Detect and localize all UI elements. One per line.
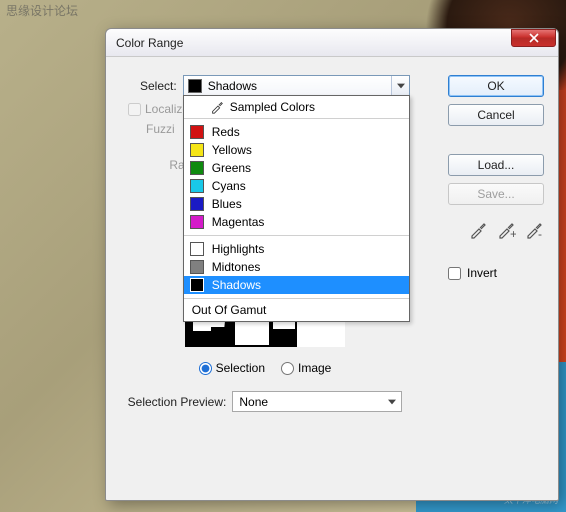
dropdown-item-highlights[interactable]: Highlights — [184, 240, 409, 258]
bg-watermark-left: 思缘设计论坛 — [6, 2, 78, 33]
eyedropper-subtract-button[interactable]: - — [524, 220, 544, 243]
dropdown-item-shadows[interactable]: Shadows — [184, 276, 409, 294]
dropdown-separator — [184, 235, 409, 236]
cancel-button[interactable]: Cancel — [448, 104, 544, 126]
selection-preview-label: Selection Preview: — [128, 395, 227, 409]
dropdown-separator — [184, 298, 409, 299]
dropdown-item-reds[interactable]: Reds — [184, 123, 409, 141]
color-range-dialog: Color Range Select: Shadows Sampl — [105, 28, 559, 501]
ok-button[interactable]: OK — [448, 75, 544, 97]
select-label: Select: — [140, 79, 177, 93]
dropdown-separator — [184, 118, 409, 119]
invert-label: Invert — [467, 266, 497, 280]
dropdown-item-out-of-gamut[interactable]: Out Of Gamut — [184, 301, 409, 319]
chevron-down-icon — [391, 76, 409, 95]
dropdown-item-midtones[interactable]: Midtones — [184, 258, 409, 276]
radio-selection-input[interactable] — [199, 362, 212, 375]
selected-value: Shadows — [208, 79, 257, 93]
svg-text:+: + — [510, 227, 516, 240]
radio-selection[interactable]: Selection — [199, 361, 265, 375]
radio-image-input[interactable] — [281, 362, 294, 375]
titlebar[interactable]: Color Range — [106, 29, 558, 57]
selected-swatch — [188, 79, 202, 93]
dropdown-item-cyans[interactable]: Cyans — [184, 177, 409, 195]
dropdown-item-greens[interactable]: Greens — [184, 159, 409, 177]
svg-text:-: - — [538, 227, 542, 240]
save-button: Save... — [448, 183, 544, 205]
color-swatch — [190, 125, 204, 139]
selection-preview-combobox[interactable]: None — [232, 391, 402, 412]
radio-image[interactable]: Image — [281, 361, 331, 375]
color-swatch — [190, 215, 204, 229]
select-dropdown: Sampled Colors RedsYellowsGreensCyansBlu… — [183, 95, 410, 322]
eyedropper-add-button[interactable]: + — [496, 220, 516, 243]
tone-swatch — [190, 242, 204, 256]
close-button[interactable] — [511, 29, 556, 47]
color-swatch — [190, 197, 204, 211]
dropdown-item-sampled-colors[interactable]: Sampled Colors — [184, 98, 409, 116]
eyedropper-icon — [210, 100, 224, 114]
chevron-down-icon — [383, 392, 401, 411]
localized-checkbox — [128, 103, 141, 116]
select-combobox[interactable]: Shadows — [183, 75, 410, 96]
dropdown-item-yellows[interactable]: Yellows — [184, 141, 409, 159]
color-swatch — [190, 161, 204, 175]
color-swatch — [190, 179, 204, 193]
dropdown-item-magentas[interactable]: Magentas — [184, 213, 409, 231]
close-icon — [529, 33, 539, 43]
dropdown-item-blues[interactable]: Blues — [184, 195, 409, 213]
tone-swatch — [190, 260, 204, 274]
invert-checkbox[interactable] — [448, 267, 461, 280]
dialog-title: Color Range — [116, 36, 511, 50]
color-swatch — [190, 143, 204, 157]
tone-swatch — [190, 278, 204, 292]
eyedropper-button[interactable] — [468, 220, 488, 243]
load-button[interactable]: Load... — [448, 154, 544, 176]
fuzziness-label: Fuzzi — [128, 122, 178, 136]
